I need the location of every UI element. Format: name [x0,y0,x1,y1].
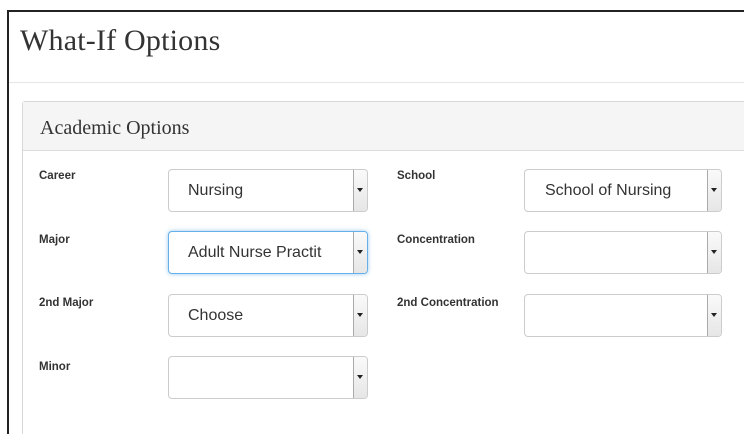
chevron-down-icon[interactable] [707,232,721,273]
minor-label: Minor [39,361,71,373]
career-value: Nursing [188,182,244,199]
second-major-label: 2nd Major [39,297,94,309]
chevron-down-icon[interactable] [707,295,721,336]
chevron-down-icon[interactable] [353,357,367,398]
concentration-label: Concentration [397,234,475,246]
title-divider [9,82,744,83]
panel-title: Academic Options [40,117,190,139]
chevron-down-icon[interactable] [353,232,367,273]
second-concentration-select[interactable] [524,294,722,337]
panel-header: Academic Options [23,102,744,151]
minor-select[interactable] [168,356,368,399]
second-major-select[interactable]: Choose [168,294,368,337]
school-label: School [397,170,436,182]
school-value: School of Nursing [545,182,672,199]
major-label: Major [39,234,70,246]
chevron-down-icon[interactable] [353,170,367,211]
major-value: Adult Nurse Practit [188,244,322,261]
chevron-down-icon[interactable] [707,170,721,211]
major-select[interactable]: Adult Nurse Practit [168,231,368,274]
chevron-down-icon[interactable] [353,295,367,336]
career-select[interactable]: Nursing [168,169,368,212]
second-major-value: Choose [188,307,244,324]
school-select[interactable]: School of Nursing [524,169,722,212]
concentration-select[interactable] [524,231,722,274]
career-label: Career [39,170,76,182]
page-title: What-If Options [20,24,221,57]
second-concentration-label: 2nd Concentration [397,297,499,309]
